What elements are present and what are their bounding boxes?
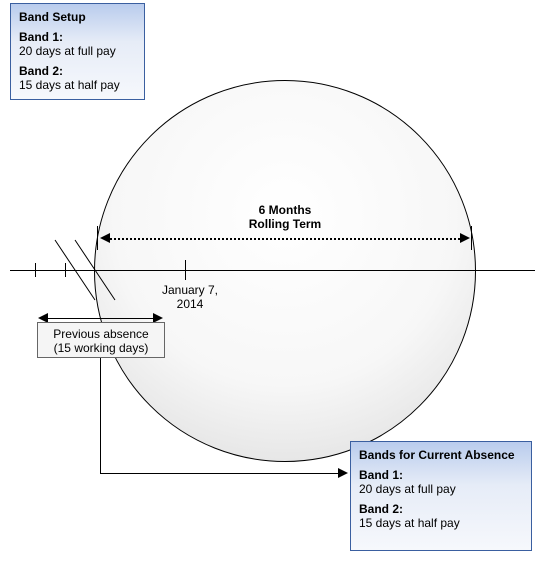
rolling-term-label: 6 Months Rolling Term (200, 203, 370, 232)
prev-absence-span (48, 318, 153, 319)
band2-label: Band 2: (19, 64, 136, 78)
connector-line (100, 473, 338, 474)
band1-label: Band 1: (19, 30, 136, 44)
current-band2-text: 15 days at half pay (359, 516, 523, 530)
current-absence-box: Bands for Current Absence Band 1: 20 day… (350, 441, 532, 551)
term-span-line (110, 238, 460, 240)
arrow-right-icon (338, 468, 348, 478)
arrow-left-icon (100, 233, 110, 243)
current-band1-text: 20 days at full pay (359, 482, 523, 496)
connector-line (100, 358, 101, 473)
span-end-bar (471, 226, 472, 250)
date-label: January 7, 2014 (150, 283, 230, 312)
current-band1-label: Band 1: (359, 468, 523, 482)
band-setup-title: Band Setup (19, 10, 136, 24)
previous-absence-box: Previous absence (15 working days) (37, 322, 165, 358)
current-band2-label: Band 2: (359, 502, 523, 516)
timeline-tick-date (185, 260, 186, 280)
rolling-term-circle (94, 80, 476, 462)
timeline-tick (35, 263, 36, 277)
current-absence-title: Bands for Current Absence (359, 448, 523, 462)
break-mark-icon (45, 230, 125, 310)
span-end-bar (97, 226, 98, 250)
band2-text: 15 days at half pay (19, 78, 136, 92)
arrow-right-icon (460, 233, 470, 243)
band1-text: 20 days at full pay (19, 44, 136, 58)
band-setup-box: Band Setup Band 1: 20 days at full pay B… (10, 3, 145, 100)
